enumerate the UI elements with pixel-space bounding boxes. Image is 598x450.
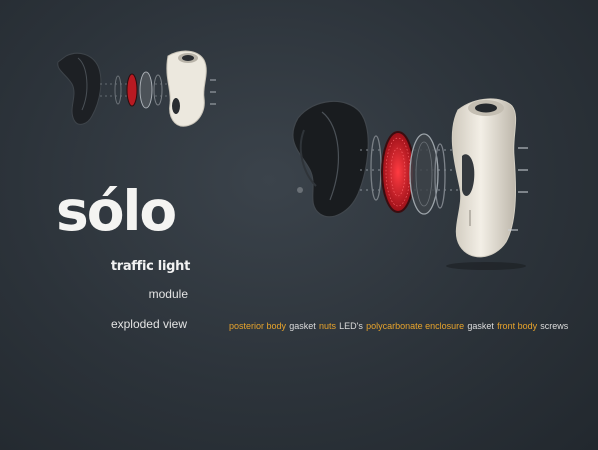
enclosure-large: [409, 133, 439, 215]
gasket-small: [114, 75, 122, 105]
brand-logo: sólo: [56, 179, 177, 243]
part-label-nuts: nuts: [318, 321, 336, 331]
module-label: module: [148, 287, 188, 301]
part-label-front-body: front body: [497, 321, 538, 331]
part-label-posterior-body: posterior body: [229, 321, 287, 331]
product-subtitle: traffic light: [110, 259, 190, 274]
exploded-render-small: [57, 50, 216, 127]
led-array-large: [381, 131, 415, 213]
part-label-screws: screws: [540, 321, 569, 331]
enclosure-small: [139, 71, 153, 109]
part-label-leds: LED's: [339, 321, 363, 331]
exploded-render-large: [292, 98, 528, 270]
exploded-view-label: exploded view: [110, 317, 187, 331]
front-body-large: [451, 98, 517, 258]
part-label-gasket-2: gasket: [467, 321, 494, 331]
gasket-large: [370, 135, 382, 201]
parts-legend: posterior body gasket nuts LED's polycar…: [229, 321, 585, 331]
part-label-gasket: gasket: [289, 321, 316, 331]
part-label-polycarbonate-enclosure: polycarbonate enclosure: [366, 321, 465, 331]
posterior-body-small: [57, 52, 102, 125]
led-array-small: [126, 73, 138, 107]
